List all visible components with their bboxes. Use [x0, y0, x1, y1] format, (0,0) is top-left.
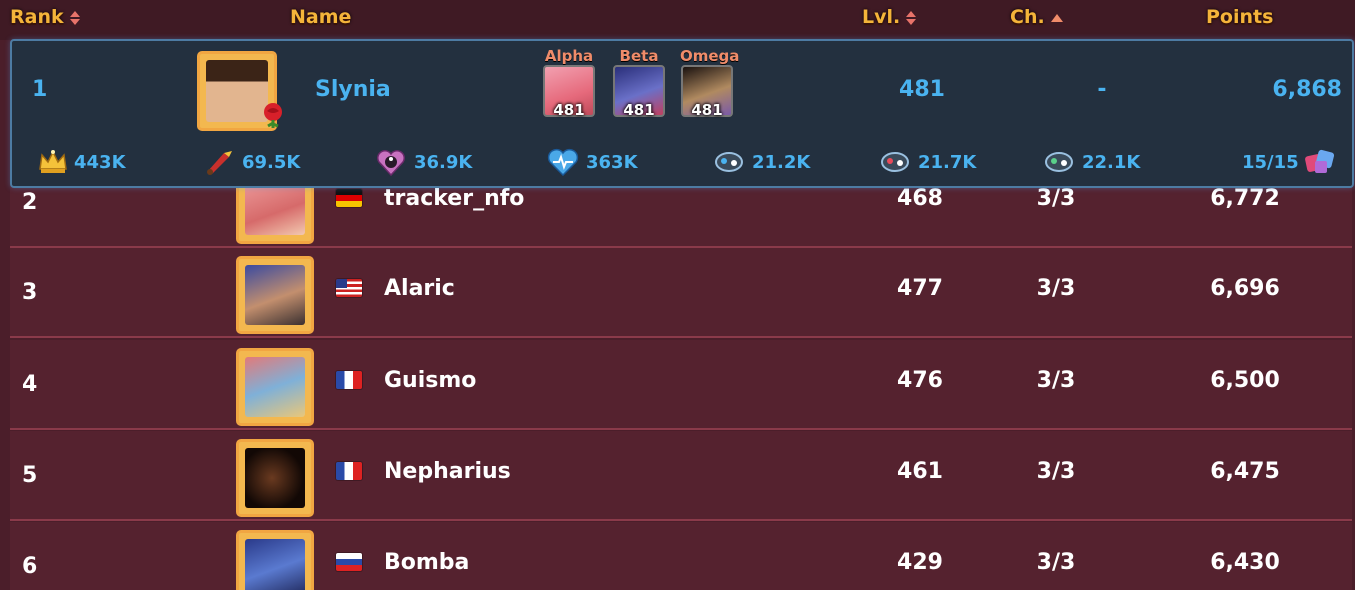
row-rank: 4	[22, 372, 38, 397]
stat-harmony: 22.1K	[1042, 145, 1140, 179]
player-challenges: 3/3	[1036, 368, 1076, 393]
heartbeat-icon	[547, 148, 579, 177]
table-row[interactable]: 4 Guismo 476 3/3 6,500	[10, 340, 1352, 430]
gems-icon	[1304, 149, 1334, 173]
row-rank: 6	[22, 554, 38, 579]
player-challenges: 3/3	[1036, 550, 1076, 575]
header-rank[interactable]: Rank	[10, 6, 80, 28]
stat-heartbeat: 363K	[546, 145, 638, 179]
player-name[interactable]: Alaric	[384, 276, 455, 301]
avatar[interactable]	[236, 348, 314, 426]
header-name[interactable]: Name	[290, 6, 351, 28]
row-rank: 3	[22, 280, 38, 305]
team-member-alpha[interactable]: Alpha 481	[542, 47, 596, 131]
current-player-points: 6,868	[1272, 77, 1342, 102]
stat-brush: 69.5K	[202, 145, 300, 179]
yin-yang-heart-icon	[377, 150, 405, 177]
team-member-omega[interactable]: Omega 481	[680, 47, 739, 131]
flag-france-icon	[336, 371, 362, 389]
player-name[interactable]: tracker_nfo	[384, 186, 524, 211]
avatar[interactable]	[236, 256, 314, 334]
stat-gems: 15/15	[1238, 145, 1337, 179]
player-name[interactable]: Guismo	[384, 368, 476, 393]
player-name[interactable]: Nepharius	[384, 459, 511, 484]
player-points: 6,475	[1210, 459, 1280, 484]
current-player-level: 481	[899, 77, 945, 102]
header-challenges[interactable]: Ch.	[1010, 6, 1063, 28]
sort-icon[interactable]	[906, 10, 917, 26]
table-row[interactable]: 5 Nepharius 461 3/3 6,475	[10, 431, 1352, 521]
stat-yin-yang: 36.9K	[374, 145, 472, 179]
flag-france-icon	[336, 462, 362, 480]
current-player-challenges: -	[1097, 77, 1107, 102]
flag-russia-icon	[336, 553, 362, 571]
player-level: 476	[897, 368, 943, 393]
sort-icon[interactable]	[69, 10, 80, 26]
player-points: 6,696	[1210, 276, 1280, 301]
table-header: Rank Name Lvl. Ch. Points	[0, 0, 1355, 40]
avatar[interactable]	[236, 530, 314, 590]
sort-ascending-icon[interactable]	[1050, 13, 1063, 22]
header-points[interactable]: Points	[1206, 6, 1273, 28]
player-points: 6,500	[1210, 368, 1280, 393]
player-challenges: 3/3	[1036, 186, 1076, 211]
table-row[interactable]: 3 Alaric 477 3/3 6,696	[10, 248, 1352, 338]
flag-usa-icon	[336, 279, 362, 297]
leaderboard: 2 tracker_nfo 468 3/3 6,772 3 Alaric 477…	[0, 0, 1355, 590]
player-challenges: 3/3	[1036, 459, 1076, 484]
current-player-card[interactable]: 1 Slynia Alpha 481 Beta 481 Omega 481 48…	[10, 39, 1354, 188]
stat-crown: 443K	[36, 145, 126, 179]
team-member-beta[interactable]: Beta 481	[612, 47, 666, 131]
attack-skill-icon	[715, 152, 743, 172]
player-level: 468	[897, 186, 943, 211]
player-level: 461	[897, 459, 943, 484]
header-level[interactable]: Lvl.	[862, 6, 917, 28]
stat-defense: 21.7K	[878, 145, 976, 179]
rose-icon	[264, 103, 282, 128]
crown-icon	[39, 150, 67, 173]
defense-skill-icon	[881, 152, 909, 172]
flag-germany-icon	[336, 189, 362, 207]
player-name[interactable]: Bomba	[384, 550, 469, 575]
stat-attack: 21.2K	[712, 145, 810, 179]
harmony-skill-icon	[1045, 152, 1073, 172]
player-points: 6,772	[1210, 186, 1280, 211]
row-rank: 5	[22, 463, 38, 488]
current-player-name[interactable]: Slynia	[315, 77, 391, 102]
row-rank: 2	[22, 190, 38, 215]
player-level: 477	[897, 276, 943, 301]
player-challenges: 3/3	[1036, 276, 1076, 301]
current-player-rank: 1	[32, 77, 48, 102]
player-points: 6,430	[1210, 550, 1280, 575]
brush-icon	[207, 151, 232, 175]
table-row[interactable]: 6 Bomba 429 3/3 6,430	[10, 522, 1352, 590]
avatar[interactable]	[236, 439, 314, 517]
player-level: 429	[897, 550, 943, 575]
